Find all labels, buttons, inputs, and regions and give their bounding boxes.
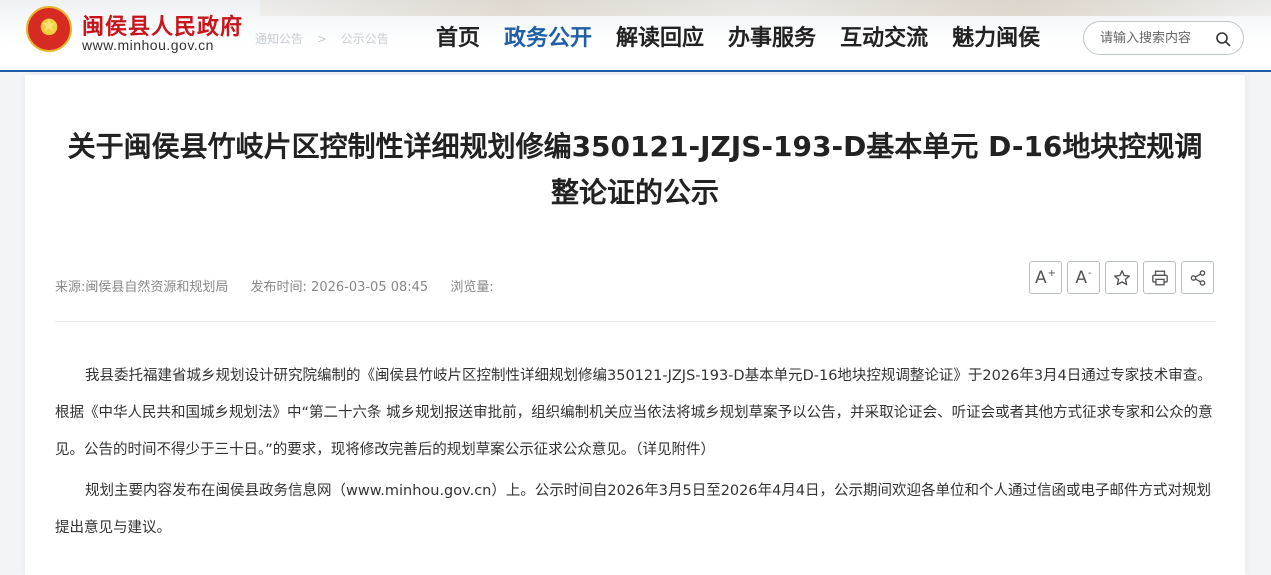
breadcrumb-separator: > [316,32,327,46]
article-publish-time: 发布时间: 2026-03-05 08:45 [250,280,429,295]
article-paragraph: 我县委托福建省城乡规划设计研究院编制的《闽侯县竹岐片区控制性详细规划修编3501… [55,368,1213,458]
star-icon [1113,269,1130,285]
article-views: 浏览量: [450,280,494,295]
main-nav: 首页 政务公开 解读回应 办事服务 互动交流 魅力闽侯 [436,22,1064,56]
breadcrumb: 通知公告 > 公示公告 [255,30,399,47]
favorite-button[interactable] [1105,261,1138,294]
nav-interpretation[interactable]: 解读回应 [616,22,704,56]
font-decrease-icon: A- [1075,267,1092,288]
national-emblem-icon[interactable] [26,6,72,52]
font-increase-button[interactable]: A+ [1029,261,1062,294]
site-header: 闽侯县人民政府 www.minhou.gov.cn 通知公告 > 公示公告 首页… [0,0,1271,72]
print-button[interactable] [1143,261,1176,294]
site-url[interactable]: www.minhou.gov.cn [82,37,214,53]
nav-home[interactable]: 首页 [436,22,480,56]
breadcrumb-item[interactable]: 通知公告 [255,32,303,46]
font-increase-icon: A+ [1034,267,1057,288]
nav-services[interactable]: 办事服务 [728,22,816,56]
article-title: 关于闽侯县竹岐片区控制性详细规划修编350121-JZJS-193-D基本单元 … [67,130,1203,209]
nav-government-affairs[interactable]: 政务公开 [504,22,592,56]
nav-interaction[interactable]: 互动交流 [840,22,928,56]
share-button[interactable] [1181,261,1214,294]
article-body: 我县委托福建省城乡规划设计研究院编制的《闽侯县竹岐片区控制性详细规划修编3501… [55,358,1215,551]
article-source: 来源:闽侯县自然资源和规划局 [55,280,229,295]
article-paragraph: 规划主要内容发布在闽侯县政务信息网（www.minhou.gov.cn）上。公示… [55,483,1212,536]
meta-divider [55,321,1215,322]
search-icon[interactable] [1215,31,1231,47]
header-accent-bar [0,70,1271,72]
nav-charm-minhou[interactable]: 魅力闽侯 [952,22,1040,56]
article-meta: 来源:闽侯县自然资源和规划局 发布时间: 2026-03-05 08:45 浏览… [55,276,512,295]
print-icon [1151,270,1168,285]
search-input[interactable] [1100,29,1210,47]
search-box [1083,21,1244,55]
breadcrumb-item[interactable]: 公示公告 [341,32,389,46]
article-toolbar: A+ A- [1029,261,1219,294]
share-icon [1190,269,1205,286]
font-decrease-button[interactable]: A- [1067,261,1100,294]
